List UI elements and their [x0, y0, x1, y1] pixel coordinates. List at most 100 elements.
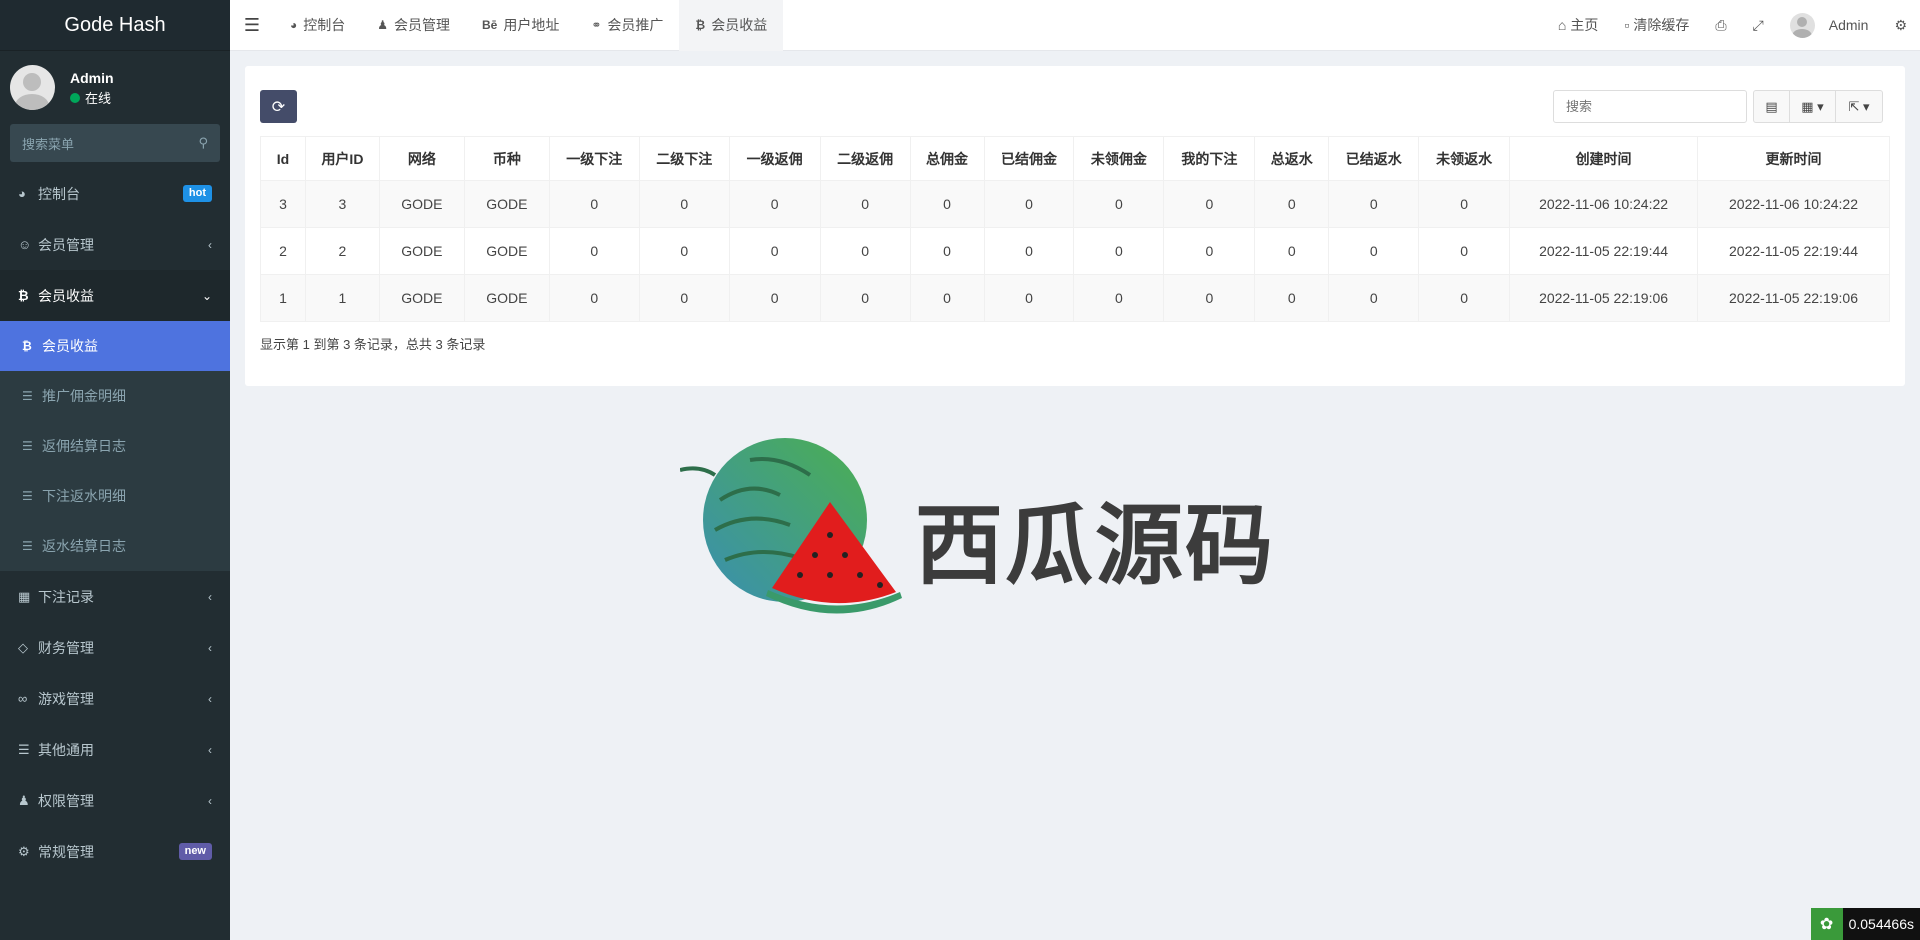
brand-logo[interactable]: Gode Hash	[0, 0, 230, 51]
table-row[interactable]: 1 1 GODE GODE 0 0 0 0 0 0 0 0 0 0 0 2022…	[260, 274, 1890, 322]
sidebar-item-members[interactable]: ☺ 会员管理 ‹	[0, 219, 230, 270]
search-icon[interactable]: ⚲	[198, 135, 208, 151]
list-icon: ☰	[22, 539, 33, 553]
avatar	[10, 65, 55, 110]
table-search-input[interactable]	[1553, 90, 1747, 123]
export-button[interactable]: ⇱ ▾	[1836, 91, 1882, 122]
content-panel: ⟳ ▤ ▦ ▾ ⇱ ▾ Id 用户ID 网络 币种 一级下注 二级下注 一级返佣…	[245, 66, 1905, 386]
table-cell: 0	[1418, 227, 1511, 275]
table-cell: 2022-11-05 22:19:44	[1697, 227, 1890, 275]
sidebar-item-general[interactable]: ☰ 其他通用 ‹	[0, 724, 230, 775]
sidebar-item-member-earnings[interactable]: ₿ 会员收益 ⌄	[0, 270, 230, 321]
sidebar-search-input[interactable]: 搜索菜单 ⚲	[10, 124, 220, 162]
sub-item-label: 会员收益	[42, 338, 98, 354]
pagination-info: 显示第 1 到第 3 条记录，总共 3 条记录	[260, 337, 486, 352]
tab-members[interactable]: ♟ 会员管理	[361, 0, 466, 51]
toggle-view-button[interactable]: ▤	[1754, 91, 1790, 122]
calendar-icon: ▦	[18, 588, 31, 604]
list-icon: ☰	[22, 389, 33, 403]
table-row[interactable]: 3 3 GODE GODE 0 0 0 0 0 0 0 0 0 0 0 2022…	[260, 180, 1890, 228]
home-label: 主页	[1570, 17, 1599, 33]
column-header[interactable]: 总佣金	[909, 136, 985, 181]
column-header[interactable]: 网络	[378, 136, 465, 181]
behance-icon: Bē	[482, 18, 498, 32]
sidebar-item-label: 游戏管理	[38, 690, 94, 707]
tab-member-earnings[interactable]: ₿ 会员收益	[679, 0, 784, 51]
avatar	[1789, 12, 1815, 38]
table-cell: 0	[819, 227, 911, 275]
user-panel: Admin 在线	[0, 51, 230, 124]
sub-item-label: 下注返水明细	[42, 488, 126, 504]
watermark-text: 西瓜源码	[915, 494, 1276, 597]
debug-timer[interactable]: ✿ 0.054466s	[1810, 908, 1920, 940]
column-header[interactable]: 用户ID	[304, 136, 380, 181]
column-header[interactable]: 币种	[463, 136, 550, 181]
sub-item-promo-commission[interactable]: ☰ 推广佣金明细	[0, 371, 230, 421]
table-cell: 0	[548, 180, 640, 228]
table-view-icon: ▤	[1765, 98, 1778, 114]
home-icon: ⌂	[1557, 17, 1567, 33]
tab-label: 控制台	[303, 17, 346, 33]
column-header[interactable]: 已结佣金	[983, 136, 1075, 181]
diamond-icon: ◇	[18, 639, 28, 655]
table-row[interactable]: 2 2 GODE GODE 0 0 0 0 0 0 0 0 0 0 0 2022…	[260, 227, 1890, 275]
table-toolbar: ▤ ▦ ▾ ⇱ ▾	[1753, 90, 1883, 123]
chevron-left-icon: ‹	[208, 691, 212, 706]
sidebar-item-permissions[interactable]: ♟ 权限管理 ‹	[0, 775, 230, 826]
sub-item-rebate-log[interactable]: ☰ 返水结算日志	[0, 521, 230, 571]
fullscreen-icon[interactable]: ⤢	[1740, 0, 1777, 51]
column-header[interactable]: 一级返佣	[728, 136, 821, 181]
sub-item-commission-log[interactable]: ☰ 返佣结算日志	[0, 421, 230, 471]
language-icon[interactable]: ⎙	[1702, 0, 1739, 51]
column-header[interactable]: 已结返水	[1328, 136, 1420, 181]
user-status-label: 在线	[85, 91, 112, 106]
online-dot-icon	[70, 92, 80, 103]
table-cell: GODE	[378, 227, 465, 275]
tab-member-promo[interactable]: ⚭ 会员推广	[575, 0, 679, 51]
sidebar: Gode Hash Admin 在线 搜索菜单 ⚲ ◕ 控制台 hot ☺ 会员…	[0, 0, 230, 940]
tab-user-address[interactable]: Bē 用户地址	[466, 0, 575, 51]
watermark-logo: 西瓜源码	[679, 420, 1280, 620]
home-link[interactable]: ⌂ 主页	[1545, 0, 1611, 51]
chevron-left-icon: ‹	[208, 640, 212, 655]
topbar: ☰ ◕ 控制台 ♟ 会员管理 Bē 用户地址 ⚭ 会员推广 ₿ 会员收益 ⌂ 主…	[230, 0, 1920, 51]
columns-icon: ▦ ▾	[1801, 98, 1824, 114]
refresh-button[interactable]: ⟳	[260, 90, 297, 123]
list-icon: ☰	[18, 741, 30, 757]
table-cell: 2022-11-05 22:19:06	[1509, 274, 1699, 322]
table-cell: GODE	[378, 274, 465, 322]
column-header[interactable]: 总返水	[1254, 136, 1330, 181]
menu-toggle-icon[interactable]: ☰	[230, 0, 274, 51]
table-cell: 0	[1328, 274, 1420, 322]
column-header[interactable]: 未领返水	[1418, 136, 1511, 181]
sidebar-item-dashboard[interactable]: ◕ 控制台 hot	[0, 168, 230, 219]
table-cell: 0	[983, 227, 1075, 275]
user-menu[interactable]: Admin	[1777, 0, 1882, 51]
table-cell: GODE	[378, 180, 465, 228]
sidebar-item-games[interactable]: ∞ 游戏管理 ‹	[0, 673, 230, 724]
table-cell: 0	[1073, 180, 1165, 228]
column-header[interactable]: 未领佣金	[1073, 136, 1165, 181]
table-cell: 0	[909, 180, 985, 228]
column-header[interactable]: Id	[260, 136, 306, 181]
clear-cache-button[interactable]: ▫ 清除缓存	[1611, 0, 1702, 51]
sidebar-item-label: 权限管理	[38, 792, 94, 809]
columns-button[interactable]: ▦ ▾	[1790, 91, 1836, 122]
column-header[interactable]: 创建时间	[1509, 136, 1699, 181]
sidebar-item-settings[interactable]: ⚙ 常规管理 new	[0, 826, 230, 877]
sidebar-item-bet-records[interactable]: ▦ 下注记录 ‹	[0, 571, 230, 622]
refresh-icon: ⟳	[271, 98, 286, 116]
sub-item-label: 返佣结算日志	[42, 438, 126, 454]
tab-dashboard[interactable]: ◕ 控制台	[274, 0, 361, 51]
sidebar-item-finance[interactable]: ◇ 财务管理 ‹	[0, 622, 230, 673]
settings-gear-icon[interactable]: ⚙	[1881, 0, 1920, 51]
table-cell: 2022-11-06 10:24:22	[1697, 180, 1890, 228]
sub-item-member-earnings[interactable]: ₿ 会员收益	[0, 321, 230, 371]
table-cell: 0	[638, 180, 730, 228]
column-header[interactable]: 我的下注	[1163, 136, 1256, 181]
column-header[interactable]: 二级下注	[638, 136, 730, 181]
column-header[interactable]: 二级返佣	[819, 136, 911, 181]
sub-item-rebate-detail[interactable]: ☰ 下注返水明细	[0, 471, 230, 521]
column-header[interactable]: 一级下注	[548, 136, 640, 181]
column-header[interactable]: 更新时间	[1697, 136, 1890, 181]
